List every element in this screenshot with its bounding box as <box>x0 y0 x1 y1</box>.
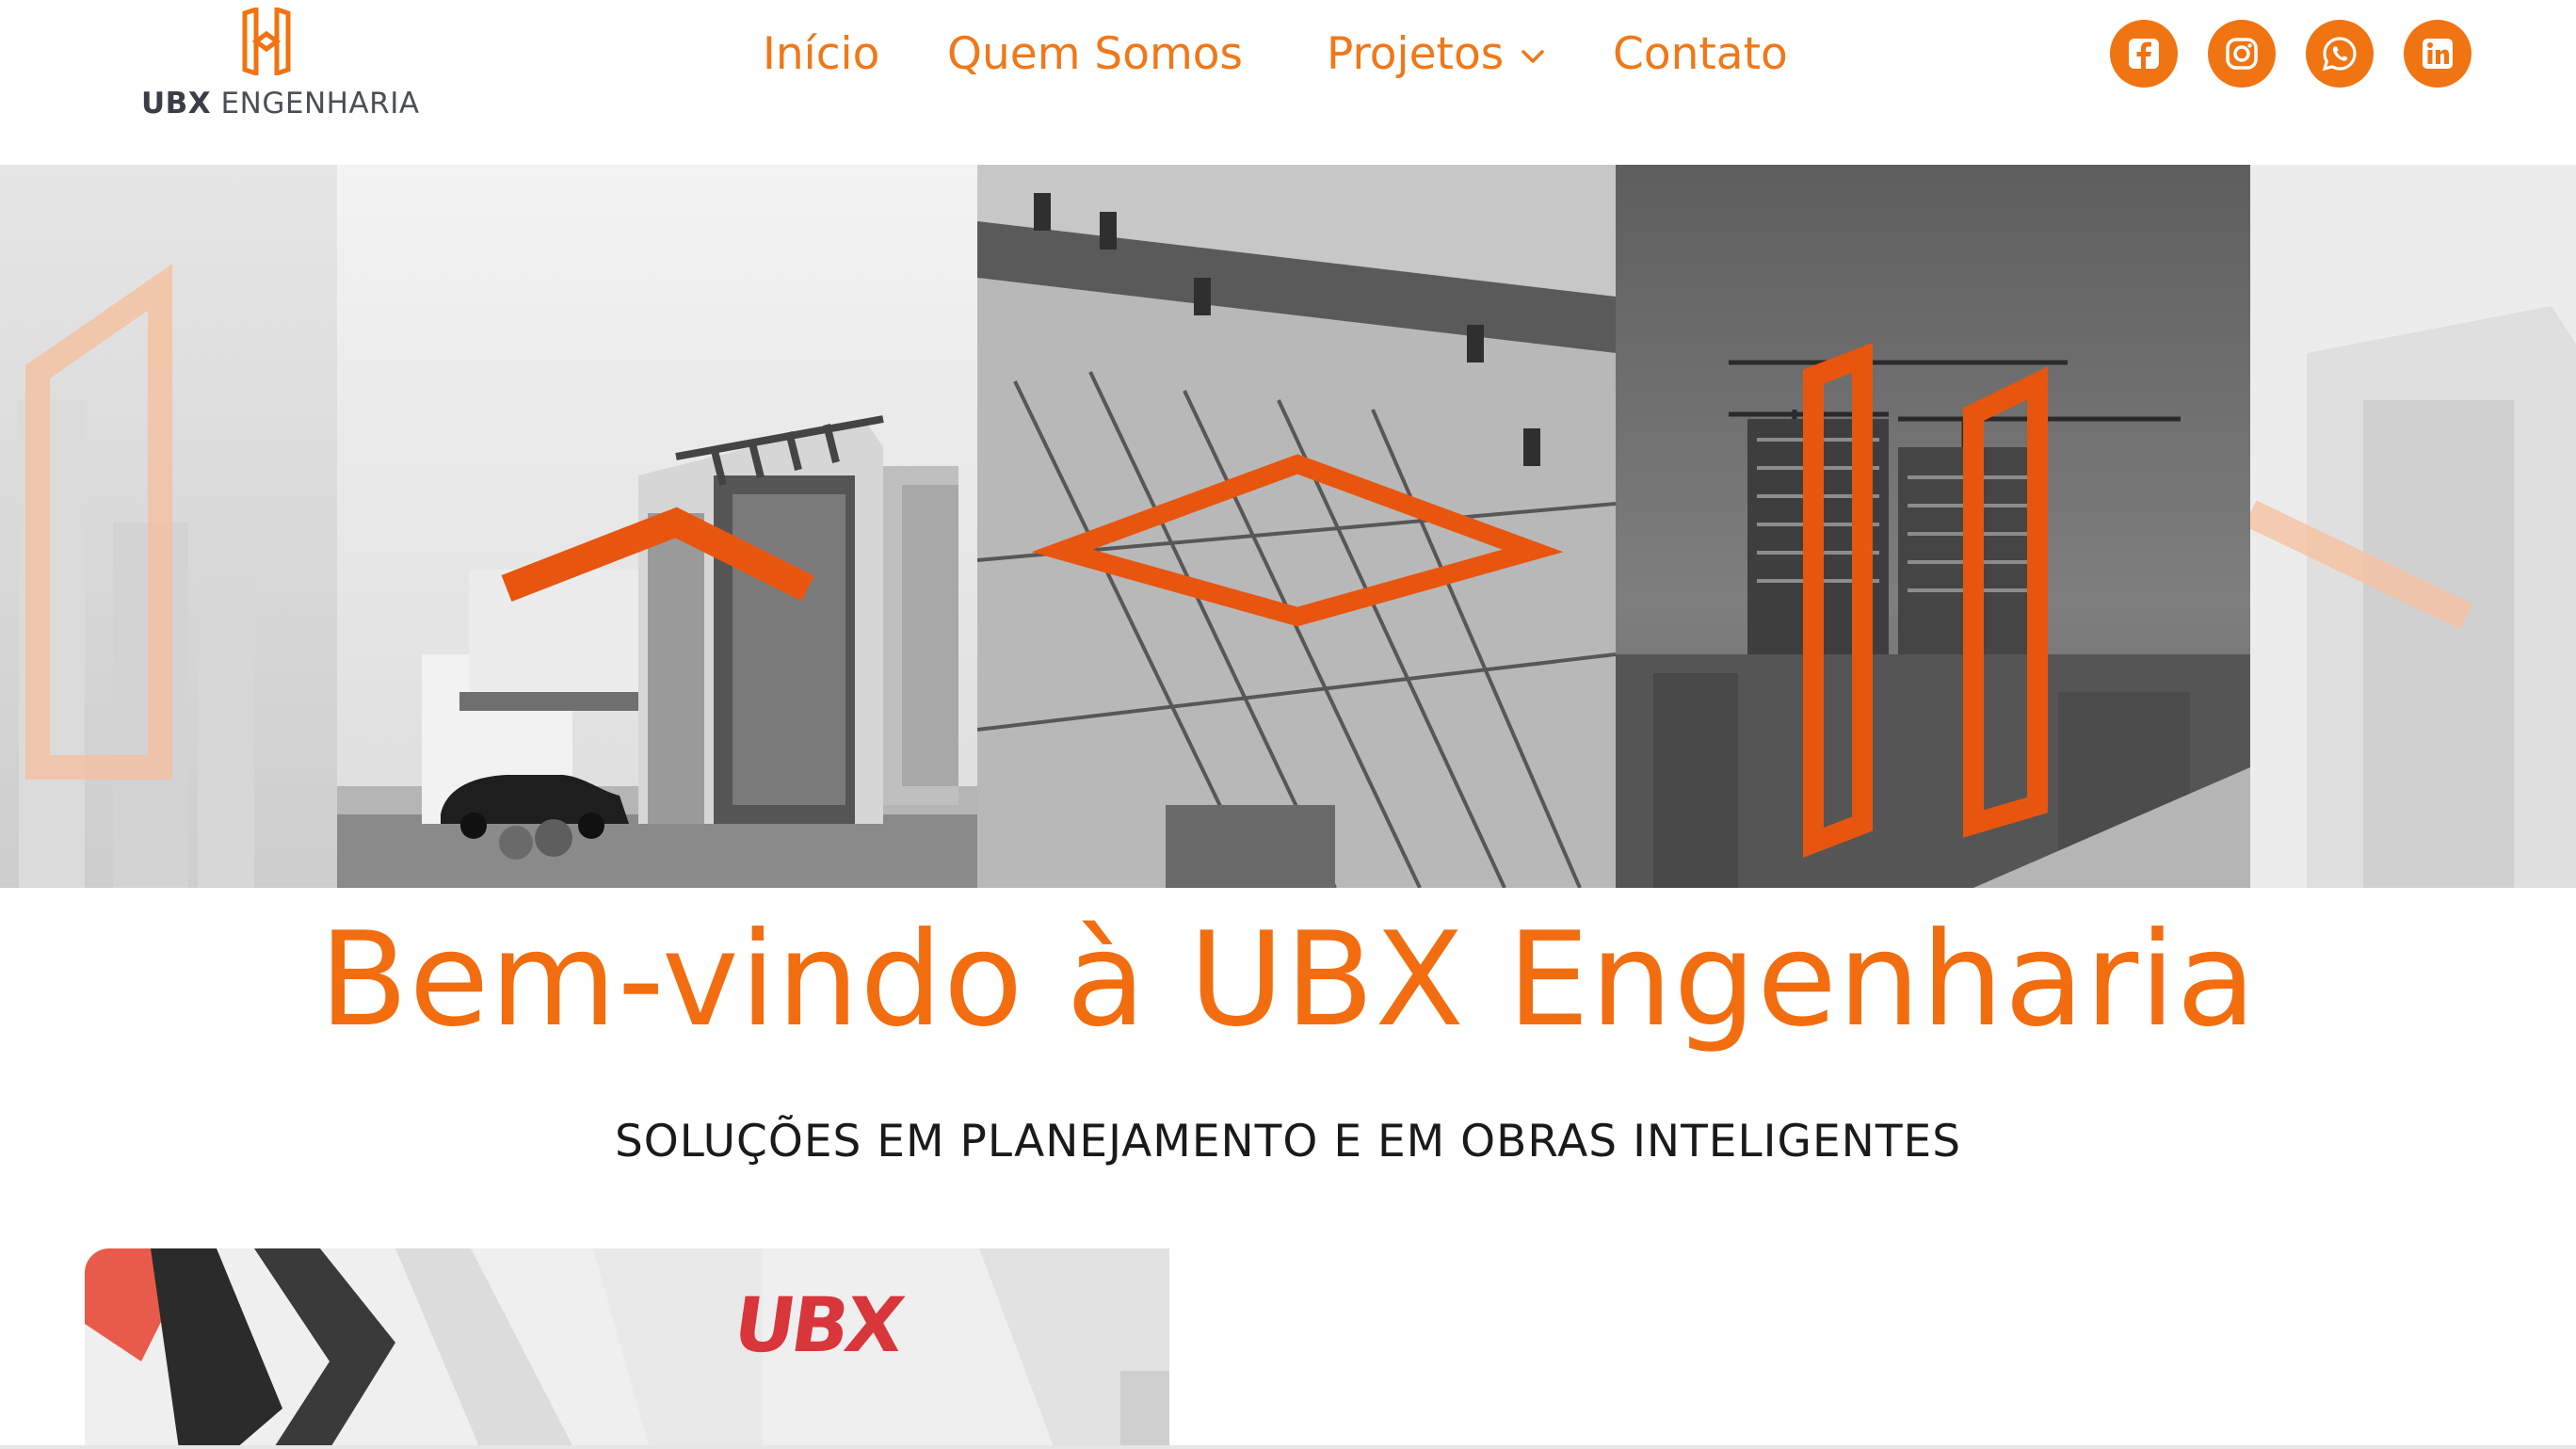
house-photo <box>337 165 977 888</box>
nav-inicio[interactable]: Início <box>763 23 879 87</box>
ubx-logo-mark-icon <box>242 8 291 75</box>
site-logo[interactable]: UBX ENGENHARIA <box>141 8 419 121</box>
nav-quem-somos[interactable]: Quem Somos <box>947 23 1243 87</box>
facebook-button[interactable] <box>2110 20 2178 88</box>
logo-wordmark: UBX ENGENHARIA <box>141 87 420 121</box>
whatsapp-button[interactable] <box>2306 20 2374 88</box>
site-header: UBX ENGENHARIA Início Quem Somos Projeto… <box>0 0 2576 165</box>
construction-photo <box>977 165 1616 888</box>
hero-panel-left-faded <box>0 165 337 888</box>
nav-contato[interactable]: Contato <box>1613 23 1788 87</box>
hero-panel-construction <box>977 165 1616 888</box>
hero-banner <box>0 165 2576 888</box>
towers-photo <box>1616 165 2250 888</box>
chevron-down-icon <box>1521 49 1544 63</box>
facebook-icon <box>2129 39 2159 69</box>
hero-panel-house <box>337 165 977 888</box>
instagram-button[interactable] <box>2208 20 2276 88</box>
instagram-icon <box>2226 38 2258 70</box>
hero-panel-towers <box>1616 165 2250 888</box>
page-bottom-divider <box>0 1445 2576 1449</box>
welcome-title: Bem-vindo à UBX Engenharia <box>318 904 2258 1055</box>
linkedin-button[interactable] <box>2404 20 2471 88</box>
welcome-subtitle: SOLUÇÕES EM PLANEJAMENTO E EM OBRAS INTE… <box>614 1116 1962 1167</box>
nav-projetos[interactable]: Projetos <box>1327 23 1545 87</box>
linkedin-icon <box>2423 39 2453 69</box>
promo-sign-text: UBX <box>728 1281 907 1369</box>
whatsapp-icon <box>2322 37 2357 72</box>
promo-image: UBX <box>85 1248 1169 1449</box>
hero-panel-right-faded <box>2250 165 2576 888</box>
